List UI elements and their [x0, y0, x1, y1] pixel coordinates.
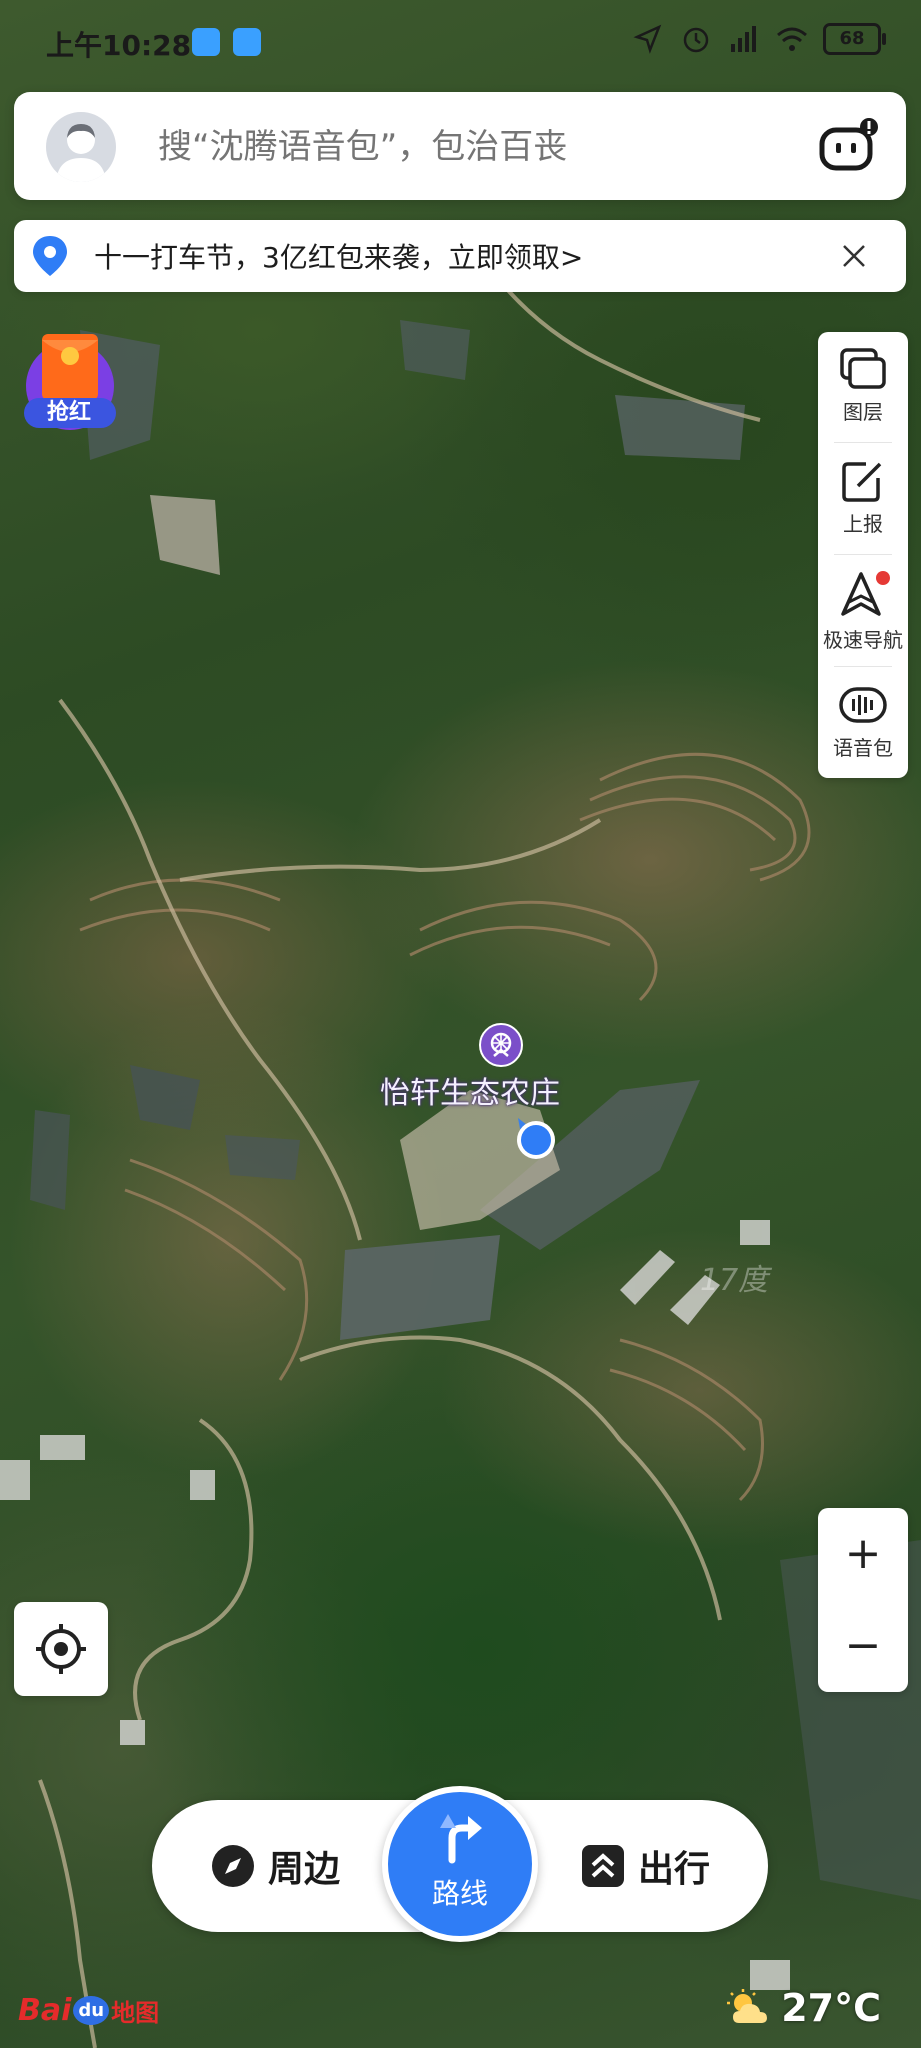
tool-fast-navigation[interactable]: 极速导航 [818, 556, 908, 666]
layers-icon [840, 348, 886, 389]
locate-me-button[interactable] [14, 1602, 108, 1696]
travel-label: 出行 [638, 1849, 711, 1890]
tool-label: 图层 [843, 400, 883, 424]
logo-text-du: du [73, 1995, 110, 2025]
location-arrow-icon [633, 24, 662, 54]
current-location-icon [517, 1118, 555, 1159]
divider [834, 666, 892, 667]
tool-layers[interactable]: 图层 [818, 332, 908, 442]
location-pin-icon [33, 236, 67, 276]
weather-widget[interactable]: 27°C [727, 1986, 881, 2030]
search-card [14, 92, 906, 200]
compass-icon [212, 1845, 254, 1887]
battery-icon: 68 [823, 23, 886, 55]
report-edit-icon [842, 462, 882, 502]
wifi-icon [777, 27, 807, 51]
tool-report[interactable]: 上报 [818, 444, 908, 554]
app-notification-icon [232, 28, 261, 56]
tool-label: 极速导航 [823, 628, 903, 652]
red-packet-label[interactable]: 抢红 [22, 398, 116, 428]
logo-text-bai: Bai [18, 1992, 72, 2028]
voice-pack-icon [839, 687, 887, 723]
fast-navigation-icon [841, 571, 890, 616]
tool-label: 上报 [843, 512, 883, 536]
zoom-in-button[interactable]: + [818, 1508, 908, 1600]
temperature: 27°C [781, 1986, 881, 2030]
promo-text[interactable]: 十一打车节，3亿红包来袭，立即领取> [94, 236, 583, 276]
tool-voice-pack[interactable]: 语音包 [818, 668, 908, 778]
map-terrain: 17度 [0, 238, 921, 2048]
travel-button[interactable]: 出行 [580, 1838, 710, 1894]
logo-text-map: 地图 [111, 1998, 160, 2027]
signal-icon [731, 26, 756, 52]
route-turn-icon [440, 1814, 482, 1864]
status-time: 上午10:28 [46, 29, 192, 62]
satellite-map[interactable]: 17度 [0, 0, 921, 2048]
travel-icon [582, 1845, 624, 1887]
close-icon[interactable] [836, 238, 872, 274]
route-button[interactable]: 路线 [382, 1786, 538, 1942]
divider [834, 442, 892, 443]
route-label: 路线 [431, 1877, 488, 1910]
poi-label[interactable]: 怡轩生态农庄 [380, 1068, 560, 1112]
nearby-label: 周边 [268, 1849, 341, 1890]
farm-poi-icon[interactable] [478, 1022, 524, 1068]
avatar[interactable] [46, 112, 116, 182]
tool-label: 语音包 [833, 736, 893, 760]
zoom-control: + − [818, 1508, 908, 1692]
crosshair-icon [36, 1624, 86, 1674]
map-tools-panel: 图层 上报 极速导航 语音包 [818, 332, 908, 778]
partly-cloudy-icon [727, 1989, 768, 2023]
promo-banner[interactable]: 十一打车节，3亿红包来袭，立即领取> [14, 220, 906, 292]
user-avatar-icon [56, 124, 106, 182]
app-notification-icon [192, 28, 220, 56]
status-notification-icons [192, 24, 265, 57]
baidu-map-logo: Bai du 地图 [18, 1990, 159, 2030]
notification-dot [876, 571, 890, 585]
status-bar: 上午10:28 68 [0, 0, 921, 84]
status-system-icons: 68 [631, 22, 886, 56]
nearby-button[interactable]: 周边 [210, 1838, 340, 1894]
divider [834, 554, 892, 555]
zoom-out-button[interactable]: − [818, 1600, 908, 1692]
alarm-icon [683, 27, 709, 53]
voice-assistant-icon[interactable] [818, 116, 878, 176]
search-input[interactable] [156, 116, 780, 178]
map-watermark: 17度 [700, 1263, 772, 1298]
